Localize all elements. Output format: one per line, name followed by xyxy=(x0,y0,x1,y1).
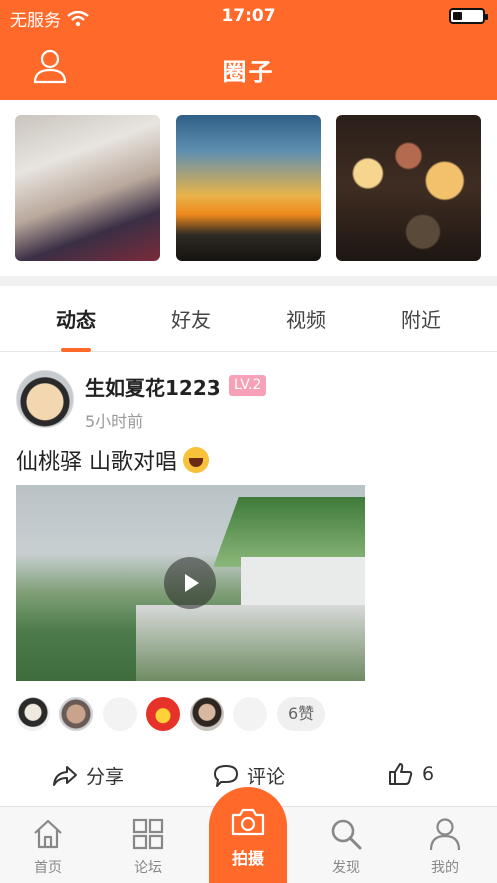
like-count: 6 xyxy=(422,763,435,785)
play-icon[interactable] xyxy=(164,557,216,609)
post-username[interactable]: 生如夏花1223 xyxy=(85,372,221,401)
camera-icon xyxy=(231,808,265,836)
laughing-emoji-icon xyxy=(183,447,209,473)
share-icon xyxy=(53,765,77,786)
nav-mine[interactable]: 我的 xyxy=(410,817,480,877)
liker-avatar[interactable] xyxy=(233,697,267,731)
nav-camera-button[interactable]: 拍摄 xyxy=(209,787,287,883)
liker-avatar[interactable] xyxy=(103,697,137,731)
content-tabs: 动态 好友 视频 附近 xyxy=(0,286,497,352)
likers-row: 6赞 xyxy=(16,697,496,733)
video-thumbnail[interactable] xyxy=(16,485,365,681)
battery-icon xyxy=(449,8,488,24)
share-label: 分享 xyxy=(86,766,125,788)
comment-icon xyxy=(214,764,238,787)
search-icon xyxy=(331,819,362,850)
nav-camera-label: 拍摄 xyxy=(231,849,264,868)
liker-avatar[interactable] xyxy=(190,697,224,731)
status-bar: 无服务 17:07 xyxy=(0,0,497,32)
avatar[interactable] xyxy=(16,370,74,428)
post-caption: 仙桃驿 山歌对唱 xyxy=(16,450,177,475)
profile-icon xyxy=(429,818,461,851)
featured-images xyxy=(0,100,497,276)
section-divider xyxy=(0,276,497,286)
tab-friends[interactable]: 好友 xyxy=(131,304,251,333)
featured-image-2[interactable] xyxy=(176,115,321,261)
grid-icon xyxy=(132,818,164,850)
nav-forum[interactable]: 论坛 xyxy=(113,817,183,877)
page-title: 圈子 xyxy=(222,58,275,86)
nav-discover-label: 发现 xyxy=(332,860,360,876)
level-badge: LV.2 xyxy=(229,375,267,396)
tab-nearby[interactable]: 附近 xyxy=(361,304,481,333)
nav-home[interactable]: 首页 xyxy=(13,817,83,877)
featured-image-3[interactable] xyxy=(336,115,481,261)
home-icon xyxy=(34,819,62,849)
liker-avatar[interactable] xyxy=(59,697,93,731)
tab-videos[interactable]: 视频 xyxy=(246,304,366,333)
post-card: 生如夏花1223 LV.2 5小时前 仙桃驿 山歌对唱 6赞 分享 评论 6 xyxy=(0,352,497,804)
comment-label: 评论 xyxy=(247,766,286,788)
tab-dynamic[interactable]: 动态 xyxy=(16,304,136,333)
liker-avatar[interactable] xyxy=(16,697,50,731)
nav-home-label: 首页 xyxy=(34,860,62,876)
post-time: 5小时前 xyxy=(85,412,144,431)
post-text: 仙桃驿 山歌对唱 xyxy=(16,444,209,476)
nav-mine-label: 我的 xyxy=(431,860,459,876)
comment-button[interactable]: 评论 xyxy=(213,762,285,789)
liker-avatar[interactable] xyxy=(146,697,180,731)
like-count-pill[interactable]: 6赞 xyxy=(277,697,326,731)
nav-discover[interactable]: 发现 xyxy=(311,817,381,877)
like-button[interactable]: 6 xyxy=(388,762,434,786)
featured-image-1[interactable] xyxy=(15,115,160,261)
share-button[interactable]: 分享 xyxy=(52,762,124,789)
video-scene-deck xyxy=(136,605,365,681)
thumbs-up-icon xyxy=(389,763,413,785)
status-time: 17:07 xyxy=(221,6,276,26)
app-header: 无服务 17:07 圈子 xyxy=(0,0,497,100)
nav-forum-label: 论坛 xyxy=(134,860,162,876)
